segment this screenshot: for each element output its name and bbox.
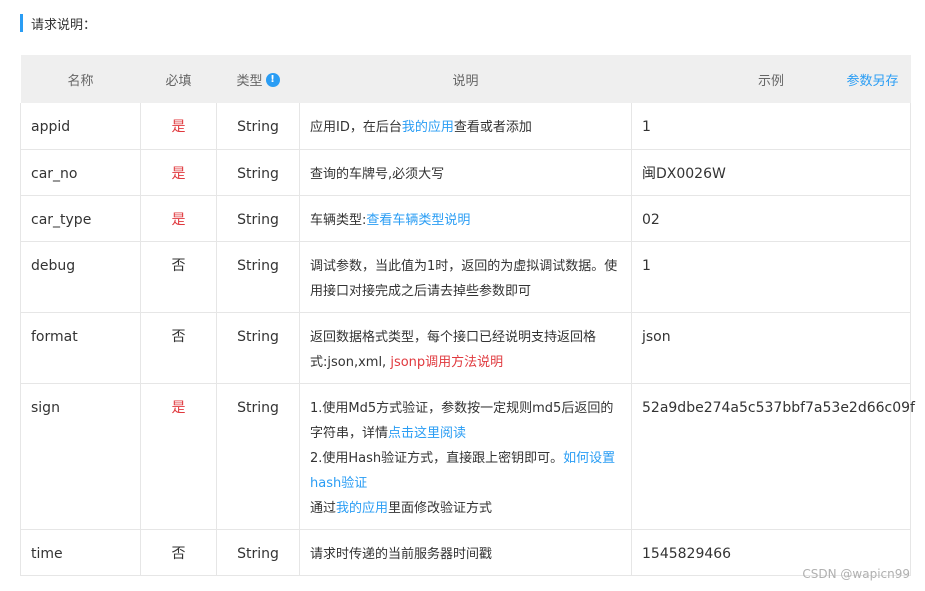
cell-example: 52a9dbe274a5c537bbf7a53e2d66c09f xyxy=(631,382,915,530)
cell-type: String xyxy=(216,240,300,313)
cell-type: String xyxy=(216,382,300,530)
desc-text: 查看或者添加 xyxy=(453,120,532,135)
table-header-row: 名称 必填 类型! 说明 示例 参数另存 xyxy=(20,55,911,103)
cell-type: String xyxy=(216,528,300,576)
desc-link[interactable]: 我的应用 xyxy=(336,501,388,516)
desc-text: 里面修改验证方式 xyxy=(388,500,493,516)
cell-required: 否 xyxy=(140,311,217,384)
cell-example: 1 xyxy=(631,103,911,150)
cell-type: String xyxy=(216,103,300,150)
cell-name: sign xyxy=(20,382,141,530)
header-required: 必填 xyxy=(140,55,217,103)
table-row: debug 否 String 调试参数，当此值为1时，返回的为虚拟调试数据。使用接口对… xyxy=(20,240,911,313)
section-title-text: 请求说明： xyxy=(31,17,97,33)
desc-link[interactable]: 我的应用 xyxy=(402,120,454,135)
cell-example: 1 xyxy=(631,240,911,313)
desc-link[interactable]: jsonp调用方法说明 xyxy=(390,355,503,370)
desc-text: 调试参数，当此值为1时，返回的为虚拟调试数据。使用接口对接完成之后请去掉些参数即… xyxy=(310,258,618,299)
cell-type: String xyxy=(216,194,300,242)
header-name: 名称 xyxy=(20,55,141,103)
cell-name: car_type xyxy=(20,194,141,242)
cell-name: car_no xyxy=(20,148,141,196)
cell-required: 是 xyxy=(140,194,217,242)
desc-text: 2.使用Hash验证方式，直接跟上密钥即可。 xyxy=(310,450,564,466)
desc-link[interactable]: 查看车辆类型说明 xyxy=(366,213,470,228)
section-title-bar xyxy=(20,14,23,32)
cell-required: 是 xyxy=(140,103,217,150)
cell-type: String xyxy=(216,311,300,384)
cell-name: appid xyxy=(20,103,141,150)
cell-desc: 1.使用Md5方式验证，参数按一定规则md5后返回的字符串，详情点击这里阅读 2.… xyxy=(299,382,632,530)
watermark: CSDN @wapicn99 xyxy=(802,567,910,581)
cell-required: 是 xyxy=(140,382,217,530)
cell-desc: 请求时传递的当前服务器时间戳 xyxy=(299,528,632,576)
cell-desc: 车辆类型:查看车辆类型说明 xyxy=(299,194,632,242)
desc-link[interactable]: 点击这里阅读 xyxy=(388,426,466,441)
table-row: format 否 String 返回数据格式类型，每个接口已经说明支持返回格式:jso… xyxy=(20,311,911,384)
desc-text: 车辆类型: xyxy=(310,212,367,228)
cell-desc: 查询的车牌号,必须大写 xyxy=(299,148,632,196)
cell-desc: 调试参数，当此值为1时，返回的为虚拟调试数据。使用接口对接完成之后请去掉些参数即… xyxy=(299,240,632,313)
params-table: 名称 必填 类型! 说明 示例 参数另存 appid 是 String 应用ID，在后… xyxy=(20,55,915,576)
header-type: 类型! xyxy=(216,55,300,103)
table-row: appid 是 String 应用ID，在后台我的应用查看或者添加 1 xyxy=(20,103,911,150)
header-example: 示例 参数另存 xyxy=(631,55,911,103)
cell-example: json xyxy=(631,311,911,384)
cell-name: debug xyxy=(20,240,141,313)
save-params-link[interactable]: 参数另存 xyxy=(846,70,898,89)
header-type-label: 类型 xyxy=(236,73,263,89)
cell-name: time xyxy=(20,528,141,576)
desc-text: 应用ID，在后台 xyxy=(310,120,402,135)
desc-text: 查询的车牌号,必须大写 xyxy=(310,166,445,182)
table-row: sign 是 String 1.使用Md5方式验证，参数按一定规则md5后返回的字符串… xyxy=(20,382,915,530)
table-row: time 否 String 请求时传递的当前服务器时间戳 1545829466 xyxy=(20,528,911,576)
header-desc: 说明 xyxy=(299,55,632,103)
info-icon[interactable]: ! xyxy=(265,72,280,87)
cell-required: 否 xyxy=(140,240,217,313)
header-example-label: 示例 xyxy=(757,73,784,89)
cell-name: format xyxy=(20,311,141,384)
table-row: car_no 是 String 查询的车牌号,必须大写 闽DX0026W xyxy=(20,148,911,196)
table-row: car_type 是 String 车辆类型:查看车辆类型说明 02 xyxy=(20,194,911,242)
desc-text: 通过 xyxy=(310,500,337,516)
section-title: 请求说明： xyxy=(20,14,97,33)
cell-required: 否 xyxy=(140,528,217,576)
cell-example: 闽DX0026W xyxy=(631,148,911,196)
cell-type: String xyxy=(216,148,300,196)
cell-desc: 返回数据格式类型，每个接口已经说明支持返回格式:json,xml, jsonp调… xyxy=(299,311,632,384)
table-body: appid 是 String 应用ID，在后台我的应用查看或者添加 1 car_no 是 St… xyxy=(20,103,915,576)
cell-required: 是 xyxy=(140,148,217,196)
desc-text: 请求时传递的当前服务器时间戳 xyxy=(310,546,493,562)
cell-desc: 应用ID，在后台我的应用查看或者添加 xyxy=(299,103,632,150)
cell-example: 02 xyxy=(631,194,911,242)
